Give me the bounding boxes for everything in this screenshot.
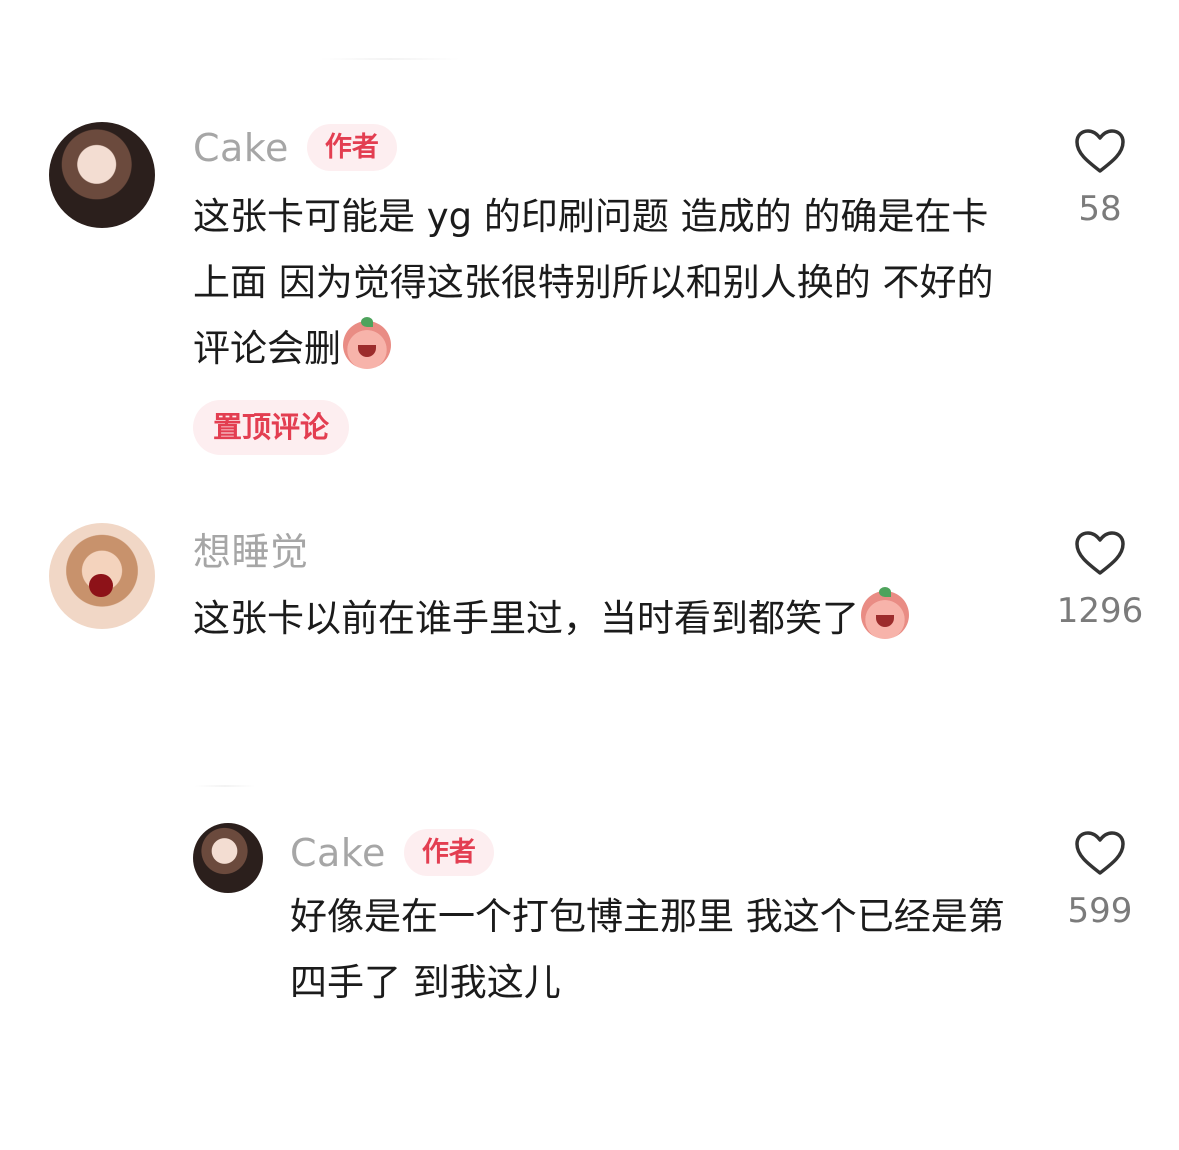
- comment-header: 想睡觉: [193, 533, 309, 571]
- like-button[interactable]: 58: [1040, 128, 1160, 226]
- like-count: 58: [1078, 189, 1122, 229]
- comment-header: Cake 作者: [290, 829, 494, 876]
- comment-text-content: 这张卡可能是 yg 的印刷问题 造成的 的确是在卡上面 因为觉得这张很特别所以和…: [193, 195, 994, 370]
- username[interactable]: Cake: [193, 129, 289, 167]
- user-avatar[interactable]: [49, 122, 155, 228]
- author-badge: 作者: [403, 829, 494, 876]
- heart-outline-icon[interactable]: [1074, 128, 1126, 174]
- user-avatar[interactable]: [193, 823, 263, 893]
- heart-outline-icon[interactable]: [1074, 530, 1126, 576]
- author-badge: 作者: [306, 124, 397, 171]
- comment-text[interactable]: 这张卡以前在谁手里过，当时看到都笑了: [193, 586, 1023, 652]
- heart-outline-icon[interactable]: [1074, 830, 1126, 876]
- comment-header: Cake 作者: [193, 124, 397, 171]
- like-count: 1296: [1056, 591, 1144, 631]
- comment-text-content: 好像是在一个打包博主那里 我这个已经是第四手了 到我这儿: [290, 895, 1005, 1004]
- scroll-divider-top: [320, 58, 460, 60]
- crying-peach-emoji-icon: [343, 317, 391, 369]
- pinned-comment-tag: 置顶评论: [193, 400, 350, 455]
- username[interactable]: Cake: [290, 834, 386, 872]
- like-button[interactable]: 599: [1040, 830, 1160, 928]
- comment-text-content: 这张卡以前在谁手里过，当时看到都笑了: [193, 597, 859, 640]
- scroll-divider-middle: [195, 785, 255, 787]
- username[interactable]: 想睡觉: [193, 533, 309, 571]
- user-avatar[interactable]: [49, 523, 155, 629]
- comment-text[interactable]: 这张卡可能是 yg 的印刷问题 造成的 的确是在卡上面 因为觉得这张很特别所以和…: [193, 184, 1003, 382]
- comment-text[interactable]: 好像是在一个打包博主那里 我这个已经是第四手了 到我这儿: [290, 884, 1020, 1016]
- like-button[interactable]: 1296: [1040, 530, 1160, 628]
- crying-peach-emoji-icon: [861, 587, 909, 639]
- like-count: 599: [1067, 891, 1133, 931]
